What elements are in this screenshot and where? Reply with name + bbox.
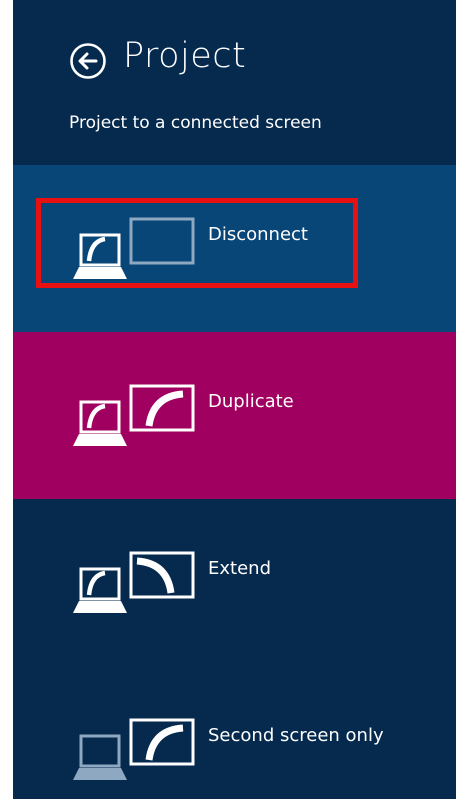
option-duplicate[interactable]: Duplicate xyxy=(13,332,456,499)
panel-header: Project Project to a connected screen xyxy=(13,0,456,165)
back-arrow-icon[interactable] xyxy=(69,42,107,80)
page-title: Project xyxy=(123,36,247,76)
extend-icon xyxy=(73,551,195,613)
option-disconnect[interactable]: Disconnect xyxy=(13,165,456,332)
option-label: Extend xyxy=(208,558,271,579)
option-second-screen-only[interactable]: Second screen only xyxy=(13,666,456,799)
page-subtitle: Project to a connected screen xyxy=(69,113,322,133)
pc-screen-only-icon xyxy=(73,217,195,279)
second-screen-only-icon xyxy=(73,718,195,780)
option-label: Duplicate xyxy=(208,391,294,412)
option-extend[interactable]: Extend xyxy=(13,499,456,666)
option-label: Second screen only xyxy=(208,725,384,746)
project-panel: Project Project to a connected screen Di… xyxy=(13,0,456,799)
projection-options: Disconnect Duplicate Extend Second scree… xyxy=(13,165,456,799)
duplicate-icon xyxy=(73,384,195,446)
option-label: Disconnect xyxy=(208,224,308,245)
